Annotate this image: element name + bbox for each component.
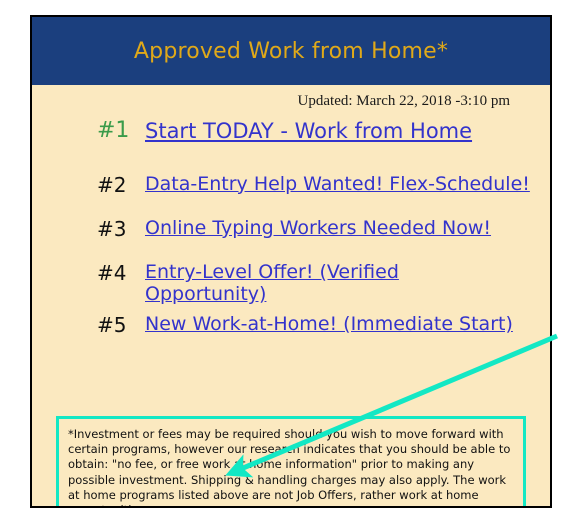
updated-timestamp: Updated: March 22, 2018 -3:10 pm bbox=[297, 93, 510, 109]
disclaimer-text: *Investment or fees may be required shou… bbox=[68, 427, 511, 506]
offer-rank-1: #1 bbox=[97, 118, 130, 143]
list-item[interactable]: #5 New Work-at-Home! (Immediate Start) bbox=[32, 313, 550, 338]
offer-rank-4: #4 bbox=[97, 261, 127, 286]
offer-link-2[interactable]: Data-Entry Help Wanted! Flex-Schedule! bbox=[145, 173, 540, 196]
offer-link-4[interactable]: Entry-Level Offer! (Verified Opportunity… bbox=[145, 262, 400, 306]
offer-link-3[interactable]: Online Typing Workers Needed Now! bbox=[145, 217, 540, 240]
updated-row: Updated: March 22, 2018 -3:10 pm bbox=[32, 85, 550, 110]
disclaimer-box: *Investment or fees may be required shou… bbox=[56, 416, 526, 506]
offer-rank-2: #2 bbox=[97, 172, 127, 197]
content-panel: Approved Work from Home* Updated: March … bbox=[30, 15, 552, 508]
offer-link-5[interactable]: New Work-at-Home! (Immediate Start) bbox=[145, 313, 540, 336]
list-item[interactable]: #2 Data-Entry Help Wanted! Flex-Schedule… bbox=[32, 172, 550, 197]
page-root: Approved Work from Home* Updated: March … bbox=[0, 0, 582, 525]
offer-rank-5: #5 bbox=[97, 313, 127, 338]
offer-list: #1 Start TODAY - Work from Home #2 Data-… bbox=[32, 118, 550, 338]
list-item[interactable]: #3 Online Typing Workers Needed Now! bbox=[32, 217, 550, 242]
page-header: Approved Work from Home* bbox=[32, 17, 550, 85]
list-item[interactable]: #4 Entry-Level Offer! (Verified Opportun… bbox=[32, 262, 550, 306]
list-item[interactable]: #1 Start TODAY - Work from Home bbox=[32, 118, 550, 144]
page-title: Approved Work from Home* bbox=[133, 38, 449, 64]
offer-link-1[interactable]: Start TODAY - Work from Home bbox=[145, 119, 540, 143]
offer-rank-3: #3 bbox=[97, 217, 127, 242]
